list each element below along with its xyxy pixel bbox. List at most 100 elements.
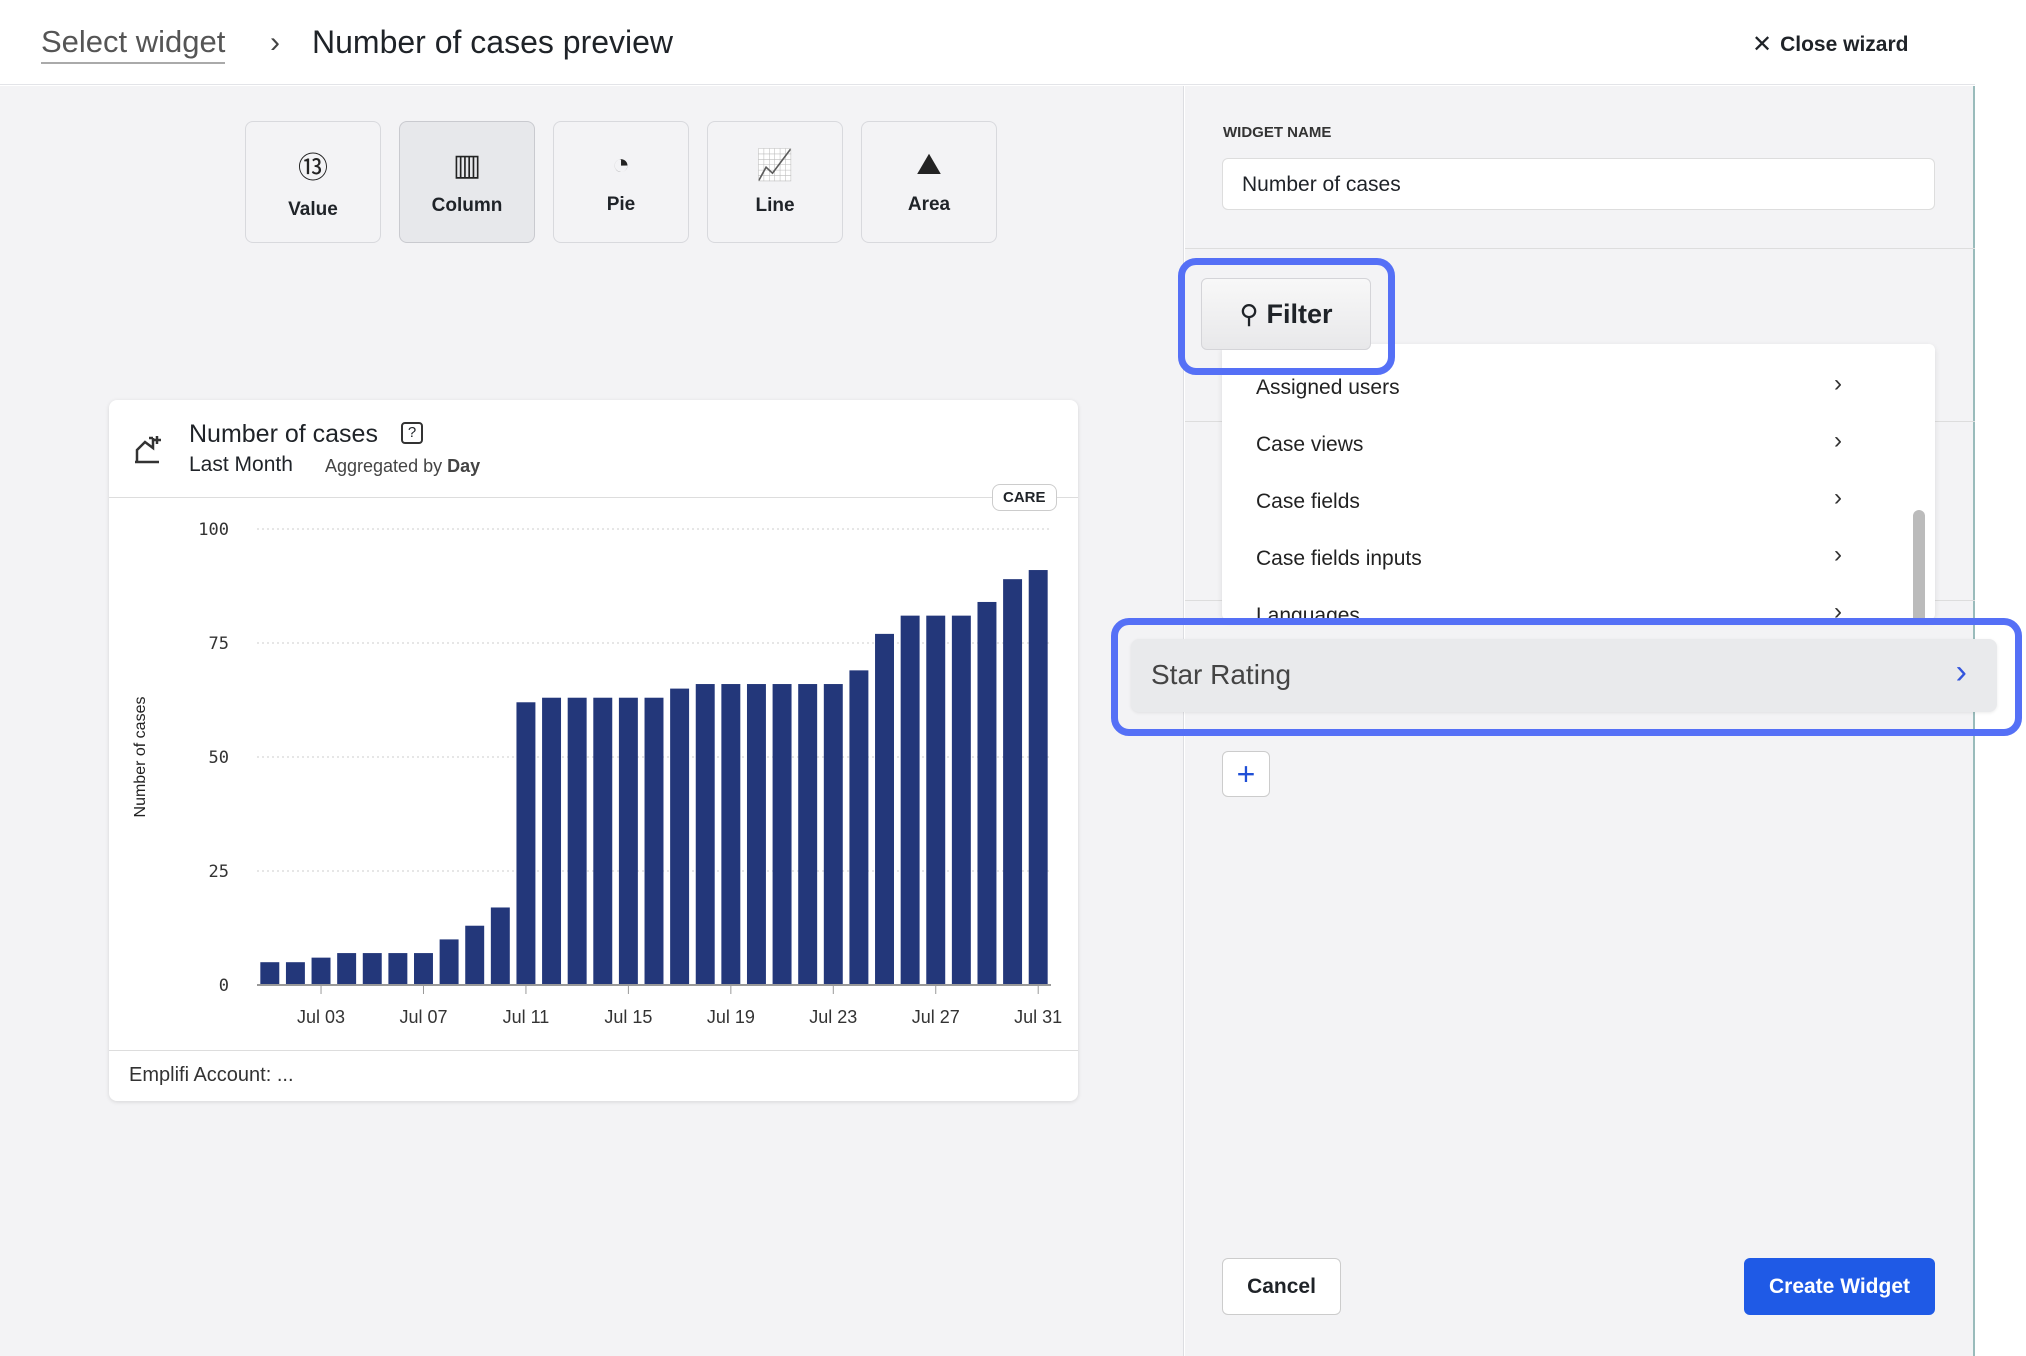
value-icon: ⑬ bbox=[298, 152, 328, 185]
close-wizard-label: Close wizard bbox=[1780, 32, 1909, 56]
chevron-right-icon: › bbox=[1834, 541, 1842, 568]
aggregated-value: Day bbox=[447, 456, 481, 476]
close-icon: ✕ bbox=[1752, 31, 1773, 58]
pie-chart-icon: ◔ bbox=[611, 148, 631, 181]
x-tick-label: Jul 23 bbox=[809, 1007, 857, 1027]
menu-item[interactable]: Case fields › bbox=[1222, 458, 1912, 515]
bar bbox=[823, 684, 843, 985]
bar bbox=[414, 953, 433, 985]
aggregated-label: Aggregated by Day bbox=[325, 456, 480, 477]
create-widget-button[interactable]: Create Widget bbox=[1744, 1258, 1935, 1315]
y-tick-label: 25 bbox=[209, 862, 229, 882]
bar bbox=[644, 697, 664, 985]
menu-item-star-rating[interactable]: Star Rating › bbox=[1131, 639, 1997, 712]
chart-type-area[interactable]: ⛰ Area bbox=[861, 121, 997, 243]
widget-type-icon bbox=[135, 436, 161, 464]
y-tick-label: 50 bbox=[209, 748, 229, 768]
line-chart-icon: 📈 bbox=[756, 148, 794, 182]
bar bbox=[926, 615, 946, 985]
filter-button[interactable]: ⚲ Filter bbox=[1201, 278, 1371, 350]
bar bbox=[1028, 570, 1048, 985]
card-period: Last Month bbox=[189, 453, 293, 476]
bar bbox=[388, 953, 408, 985]
bar bbox=[977, 601, 997, 985]
bar bbox=[670, 688, 690, 985]
x-tick-label: Jul 07 bbox=[399, 1007, 447, 1027]
widget-card: Number of cases ? Last Month Aggregated … bbox=[109, 400, 1078, 1101]
chevron-right-icon: › bbox=[1834, 427, 1842, 454]
bar bbox=[1003, 579, 1023, 985]
widget-name-input[interactable]: Number of cases bbox=[1222, 158, 1935, 210]
star-rating-label: Star Rating bbox=[1151, 659, 1292, 690]
bar bbox=[490, 907, 510, 985]
chart-type-label: Value bbox=[288, 199, 338, 220]
chart-type-label: Pie bbox=[606, 194, 636, 215]
header: Select widget › Number of cases preview … bbox=[0, 0, 1975, 85]
menu-item[interactable]: Case views › bbox=[1222, 401, 1912, 458]
filter-sliders-icon: ⚲ bbox=[1239, 298, 1259, 329]
bar bbox=[798, 684, 818, 985]
x-tick-label: Jul 19 bbox=[707, 1007, 755, 1027]
bar bbox=[772, 684, 792, 985]
x-tick-label: Jul 27 bbox=[912, 1007, 960, 1027]
chart-type-label: Area bbox=[907, 194, 951, 215]
bar bbox=[951, 615, 971, 985]
dropdown-scrollbar[interactable] bbox=[1913, 510, 1925, 620]
bar bbox=[618, 697, 638, 985]
x-tick-label: Jul 15 bbox=[604, 1007, 652, 1027]
bar bbox=[260, 962, 280, 985]
y-tick-label: 100 bbox=[198, 520, 229, 540]
chart-type-value[interactable]: ⑬ Value bbox=[245, 121, 381, 243]
y-axis-label: Number of cases bbox=[132, 697, 149, 818]
bar bbox=[542, 697, 562, 985]
bar bbox=[311, 957, 331, 985]
chart-type-line[interactable]: 📈 Line bbox=[707, 121, 843, 243]
bar bbox=[849, 670, 869, 985]
settings-panel: WIDGET NAME Number of cases Assigned use… bbox=[1111, 86, 2022, 1356]
menu-item[interactable]: Languages › bbox=[1222, 572, 1912, 620]
cancel-button[interactable]: Cancel bbox=[1222, 1258, 1341, 1315]
card-title: Number of cases bbox=[189, 420, 378, 448]
bar bbox=[900, 615, 920, 985]
breadcrumb-separator: › bbox=[270, 26, 280, 59]
chart-type-label: Column bbox=[431, 194, 503, 216]
filter-dropdown: Assigned users › Case views › Case fields › Ca… bbox=[1222, 344, 1935, 620]
bar bbox=[439, 939, 459, 985]
x-tick-label: Jul 31 bbox=[1014, 1007, 1062, 1027]
chevron-right-icon: › bbox=[1955, 653, 1967, 691]
bar bbox=[285, 962, 305, 985]
x-tick-label: Jul 03 bbox=[297, 1007, 345, 1027]
chart-type-label: Line bbox=[755, 194, 795, 216]
menu-item-label: Case fields bbox=[1256, 490, 1360, 513]
close-wizard-button[interactable]: ✕ Close wizard bbox=[1752, 30, 1908, 59]
filter-label: Filter bbox=[1266, 298, 1333, 329]
widget-name-value: Number of cases bbox=[1242, 173, 1401, 196]
chevron-right-icon: › bbox=[1834, 370, 1842, 397]
chart-type-column[interactable]: ▥ Column bbox=[399, 121, 535, 243]
menu-item[interactable]: Case fields inputs › bbox=[1222, 515, 1912, 572]
bar bbox=[567, 697, 587, 985]
menu-item-label: Case views bbox=[1256, 433, 1364, 456]
bar bbox=[721, 684, 741, 985]
chevron-right-icon: › bbox=[1834, 484, 1842, 511]
bar bbox=[593, 697, 613, 985]
chart-type-pie[interactable]: ◔ Pie bbox=[553, 121, 689, 243]
page-title: Number of cases preview bbox=[312, 24, 674, 60]
bar bbox=[362, 953, 382, 985]
bar bbox=[746, 684, 766, 985]
bar bbox=[875, 633, 894, 985]
column-chart-icon: ▥ bbox=[452, 148, 482, 182]
bar bbox=[465, 925, 485, 985]
y-tick-label: 0 bbox=[219, 976, 229, 996]
bar bbox=[695, 684, 715, 985]
y-tick-label: 75 bbox=[209, 634, 229, 654]
add-filter-button[interactable]: + bbox=[1222, 751, 1270, 797]
chevron-right-icon: › bbox=[1834, 598, 1842, 620]
help-icon[interactable]: ? bbox=[401, 422, 423, 444]
menu-item-label: Case fields inputs bbox=[1256, 547, 1422, 570]
bar bbox=[516, 702, 536, 985]
area-chart-icon: ⛰ bbox=[916, 148, 942, 181]
aggregated-prefix: Aggregated by bbox=[325, 456, 443, 476]
breadcrumb-select-widget[interactable]: Select widget bbox=[41, 24, 226, 64]
bar bbox=[337, 953, 357, 985]
